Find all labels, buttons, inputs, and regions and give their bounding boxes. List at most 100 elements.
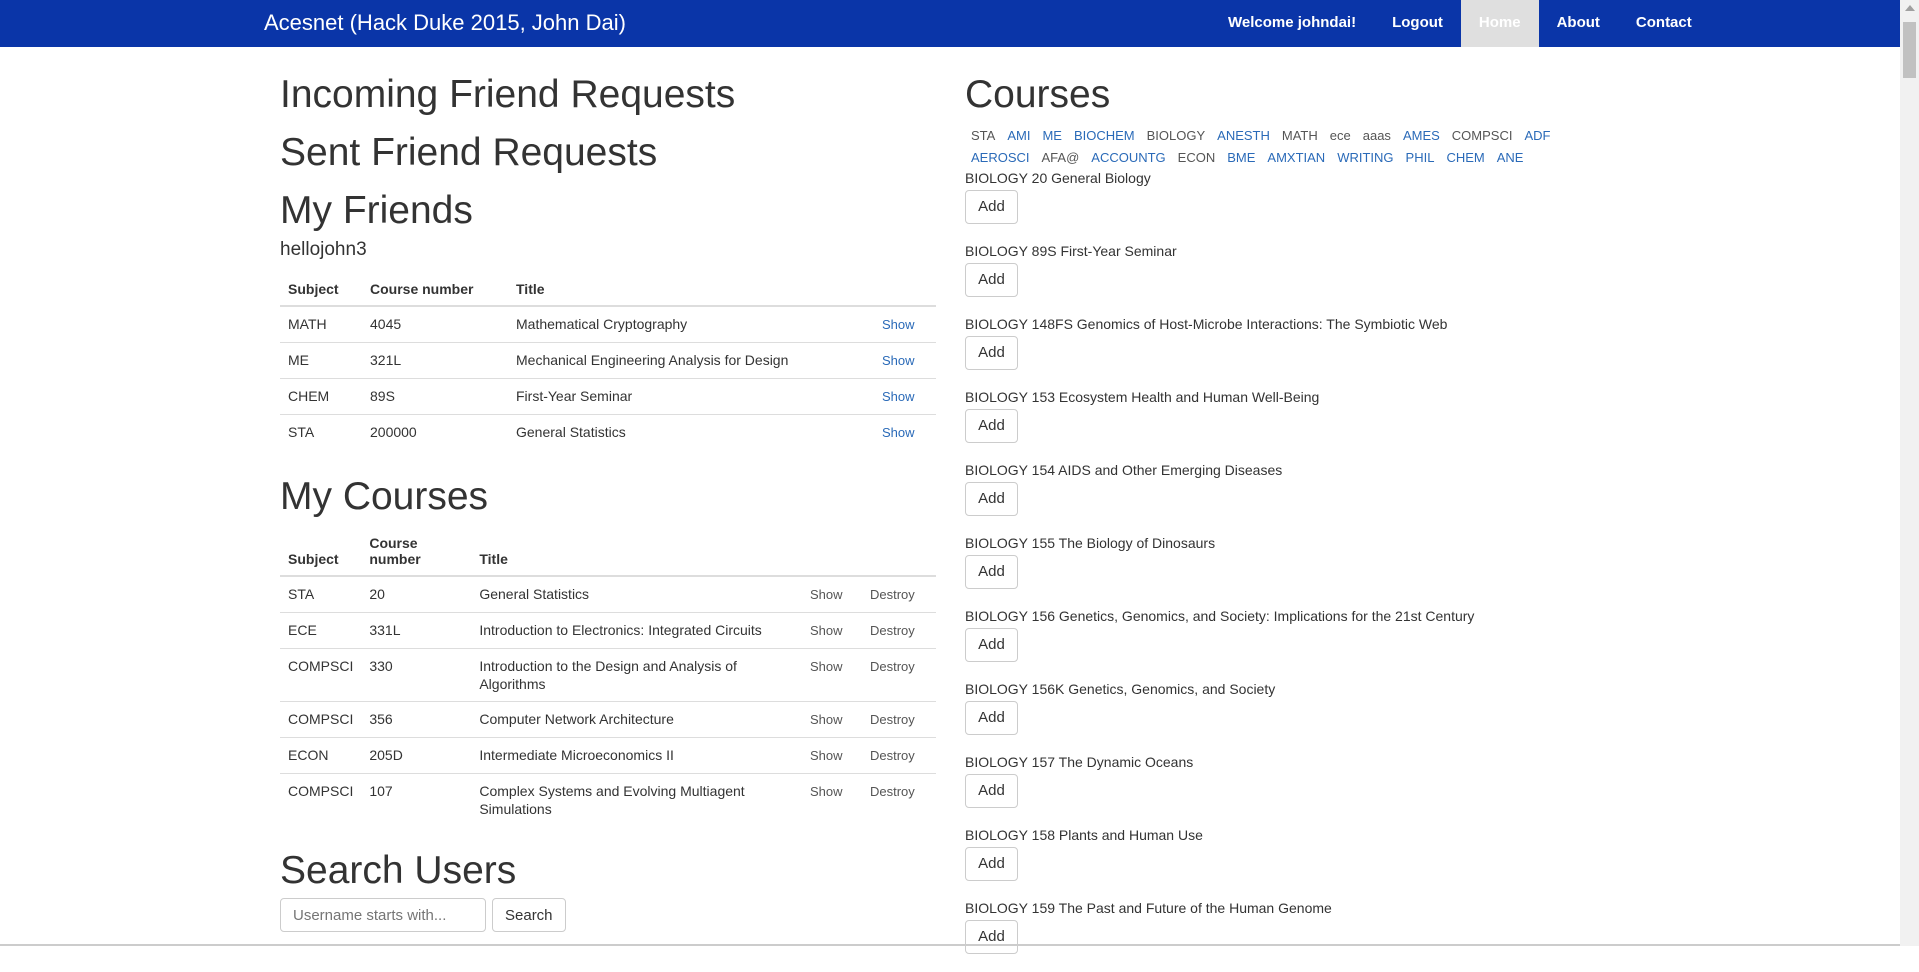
subject-filter-bme[interactable]: BME <box>1227 147 1255 169</box>
brand-title[interactable]: Acesnet (Hack Duke 2015, John Dai) <box>264 0 626 47</box>
show-link[interactable]: Show <box>882 425 915 440</box>
subject-filter-ames[interactable]: AMES <box>1403 125 1440 147</box>
subject-filter-ami[interactable]: AMI <box>1007 125 1030 147</box>
show-link[interactable]: Show <box>882 317 915 332</box>
cell-course-number: 356 <box>361 700 472 738</box>
cell-course-number: 89S <box>362 377 508 415</box>
my-courses-heading: My Courses <box>280 474 489 518</box>
subject-filter-aerosci[interactable]: AEROSCI <box>971 147 1030 169</box>
my-friends-heading: My Friends <box>280 188 473 232</box>
table-row: MATH 4045 Mathematical Cryptography Show <box>280 305 936 343</box>
destroy-link[interactable]: Destroy <box>870 587 915 602</box>
subject-filter-aaas[interactable]: aaas <box>1363 125 1391 147</box>
cell-course-number: 4045 <box>362 305 508 343</box>
scroll-up-icon[interactable] <box>1905 5 1915 11</box>
list-item: BIOLOGY 89S First-Year Seminar Add <box>965 242 1585 297</box>
add-course-button[interactable]: Add <box>965 846 1018 881</box>
subject-filter-biochem[interactable]: BIOCHEM <box>1074 125 1135 147</box>
table-row: COMPSCI 356 Computer Network Architecture S… <box>280 700 936 738</box>
add-course-button[interactable]: Add <box>965 408 1018 443</box>
add-course-button[interactable]: Add <box>965 773 1018 808</box>
subject-filter-accountg[interactable]: ACCOUNTG <box>1091 147 1165 169</box>
list-item: BIOLOGY 156K Genetics, Genomics, and Soc… <box>965 680 1585 735</box>
course-title: BIOLOGY 154 AIDS and Other Emerging Dise… <box>965 461 1283 478</box>
subject-filter-anesth[interactable]: ANESTH <box>1217 125 1270 147</box>
scroll-thumb[interactable] <box>1903 22 1916 78</box>
destroy-link[interactable]: Destroy <box>870 712 915 727</box>
add-course-button[interactable]: Add <box>965 700 1018 735</box>
subject-filter-compsci[interactable]: COMPSCI <box>1452 125 1513 147</box>
subject-filter-chem[interactable]: CHEM <box>1446 147 1484 169</box>
friend-name: hellojohn3 <box>280 238 367 260</box>
incoming-requests-heading: Incoming Friend Requests <box>280 73 736 116</box>
add-course-button[interactable]: Add <box>965 627 1018 662</box>
subject-filter-amxtian[interactable]: AMXTIAN <box>1267 147 1325 169</box>
subject-filter-me[interactable]: ME <box>1042 125 1062 147</box>
subject-filter-adf[interactable]: ADF <box>1524 125 1550 147</box>
table-row: CHEM 89S First-Year Seminar Show <box>280 377 936 415</box>
page-scrollbar[interactable] <box>1900 0 1919 946</box>
show-link[interactable]: Show <box>810 659 843 674</box>
subject-filter-ece[interactable]: ece <box>1330 125 1351 147</box>
nav-home[interactable]: Home <box>1460 0 1539 47</box>
show-link[interactable]: Show <box>882 389 915 404</box>
add-course-button[interactable]: Add <box>965 262 1018 297</box>
course-title: BIOLOGY 159 The Past and Future of the H… <box>965 899 1332 916</box>
cell-subject: COMPSCI <box>280 700 362 738</box>
show-link[interactable]: Show <box>810 784 843 799</box>
cell-title: Mechanical Engineering Analysis for Desi… <box>508 341 874 379</box>
welcome-link[interactable]: Welcome johndai! <box>1210 0 1374 47</box>
add-course-button[interactable]: Add <box>965 554 1018 589</box>
friend-courses-table: Subject Course number Title MATH 4045 Math… <box>280 272 936 450</box>
destroy-link[interactable]: Destroy <box>870 659 915 674</box>
subject-filter-phil[interactable]: PHIL <box>1406 147 1435 169</box>
column-header-subject: Subject <box>280 272 362 307</box>
subject-filter-writing[interactable]: WRITING <box>1337 147 1393 169</box>
subject-filter-sta[interactable]: STA <box>971 125 995 147</box>
column-header-actions <box>874 272 936 307</box>
destroy-link[interactable]: Destroy <box>870 623 915 638</box>
show-link[interactable]: Show <box>882 353 915 368</box>
subject-filter-biology[interactable]: BIOLOGY <box>1147 125 1206 147</box>
column-header-title: Title <box>471 526 802 577</box>
cell-course-number: 331L <box>361 611 472 649</box>
search-button[interactable]: Search <box>492 898 566 933</box>
sent-requests-heading: Sent Friend Requests <box>280 130 658 174</box>
table-row: ME 321L Mechanical Engineering Analysis fo… <box>280 341 936 379</box>
add-course-button[interactable]: Add <box>965 335 1018 370</box>
username-search-input[interactable] <box>280 898 486 933</box>
cell-title: General Statistics <box>508 413 874 450</box>
cell-title: General Statistics <box>471 575 802 613</box>
subject-filter-list: STA AMI ME BIOCHEM BIOLOGY ANESTH MATH ece aaas A… <box>965 125 1585 169</box>
subject-filter-afa[interactable]: AFA@ <box>1042 147 1080 169</box>
cell-subject: COMPSCI <box>280 647 362 702</box>
destroy-link[interactable]: Destroy <box>870 748 915 763</box>
column-header-course-number: Course number <box>362 272 508 307</box>
cell-subject: COMPSCI <box>280 772 362 826</box>
table-row: STA 20 General Statistics Show Destroy <box>280 575 936 613</box>
course-title: BIOLOGY 156K Genetics, Genomics, and Soc… <box>965 680 1276 697</box>
subject-filter-math[interactable]: MATH <box>1282 125 1318 147</box>
course-title: BIOLOGY 20 General Biology <box>965 169 1151 186</box>
course-list: BIOLOGY 20 General Biology Add BIOLOGY 89S… <box>965 169 1585 954</box>
show-link[interactable]: Show <box>810 712 843 727</box>
show-link[interactable]: Show <box>810 748 843 763</box>
add-course-button[interactable]: Add <box>965 189 1018 224</box>
table-row: COMPSCI 330 Introduction to the Design and… <box>280 647 936 702</box>
logout-link[interactable]: Logout <box>1374 0 1461 47</box>
course-title: BIOLOGY 157 The Dynamic Oceans <box>965 753 1194 770</box>
course-title: BIOLOGY 89S First-Year Seminar <box>965 242 1177 259</box>
courses-heading: Courses <box>965 73 1111 116</box>
cell-course-number: 330 <box>361 647 472 702</box>
subject-filter-ane[interactable]: ANE <box>1497 147 1524 169</box>
add-course-button[interactable]: Add <box>965 919 1018 954</box>
table-row: STA 200000 General Statistics Show <box>280 413 936 450</box>
cell-subject: STA <box>280 575 362 613</box>
show-link[interactable]: Show <box>810 587 843 602</box>
destroy-link[interactable]: Destroy <box>870 784 915 799</box>
add-course-button[interactable]: Add <box>965 481 1018 516</box>
subject-filter-econ[interactable]: ECON <box>1178 147 1216 169</box>
nav-about[interactable]: About <box>1539 0 1618 47</box>
show-link[interactable]: Show <box>810 623 843 638</box>
nav-contact[interactable]: Contact <box>1618 0 1710 47</box>
